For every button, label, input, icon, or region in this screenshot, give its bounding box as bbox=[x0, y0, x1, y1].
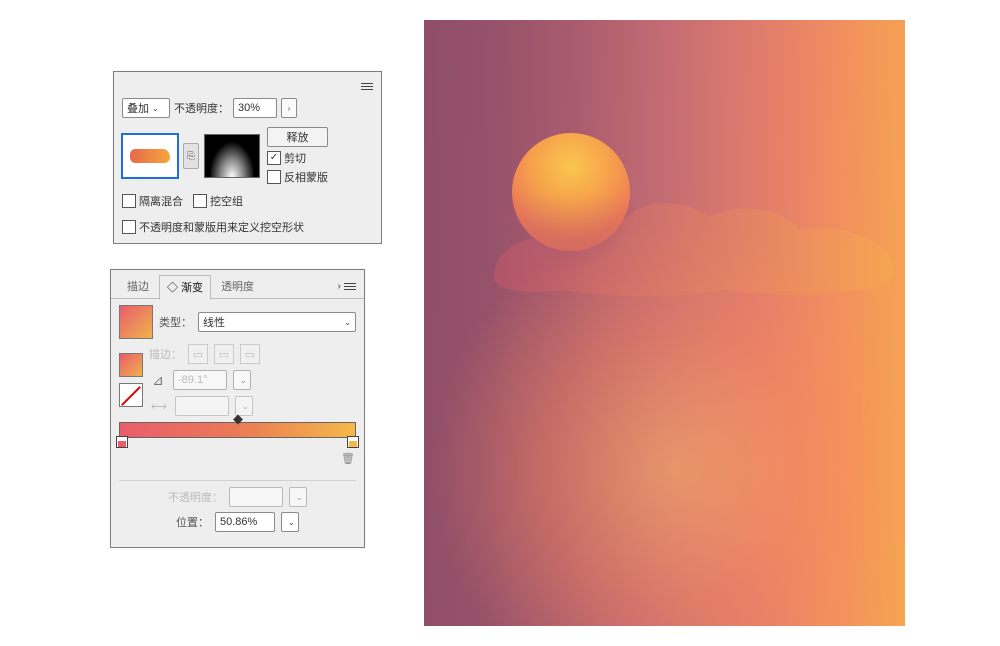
delete-stop-icon[interactable]: 🗑 bbox=[340, 450, 356, 466]
chevron-down-icon: ⌄ bbox=[288, 518, 295, 527]
gradient-midpoint-handle[interactable] bbox=[233, 415, 243, 425]
stroke-along-btn: ▭ bbox=[214, 344, 234, 364]
blend-mode-select[interactable]: 叠加 ⌄ bbox=[122, 98, 170, 118]
angle-value: -89.1° bbox=[178, 374, 207, 386]
aspect-stepper: ⌄ bbox=[235, 396, 253, 416]
chevron-down-icon: ⌄ bbox=[242, 402, 249, 411]
fill-swatch[interactable] bbox=[119, 353, 143, 377]
aspect-input bbox=[175, 396, 229, 416]
panel-tabbar: 描边 ◇ 渐变 透明度 ›› bbox=[111, 270, 364, 299]
clip-checkbox[interactable] bbox=[267, 151, 281, 165]
panel-menu-icon[interactable] bbox=[357, 79, 373, 93]
gradient-ramp[interactable] bbox=[119, 422, 356, 438]
gradient-stop-right[interactable] bbox=[347, 436, 359, 448]
no-stroke-swatch[interactable] bbox=[119, 383, 143, 407]
gradient-type-select[interactable]: 线性 ⌄ bbox=[198, 312, 356, 332]
position-stepper[interactable]: ⌄ bbox=[281, 512, 299, 532]
divider bbox=[119, 480, 356, 481]
type-label: 类型： bbox=[159, 314, 192, 330]
artwork-thumbnail[interactable] bbox=[122, 134, 178, 178]
define-shape-row[interactable]: 不透明度和蒙版用来定义挖空形状 bbox=[122, 219, 373, 235]
sun-shape bbox=[512, 133, 630, 251]
gradient-type-value: 线性 bbox=[203, 314, 225, 330]
isolate-blend-row[interactable]: 隔离混合 bbox=[122, 193, 183, 209]
chevron-down-icon: ⌄ bbox=[152, 104, 159, 113]
opacity-input[interactable]: 30% bbox=[233, 98, 277, 118]
gradient-slider[interactable]: 🗑 bbox=[119, 422, 356, 466]
stop-opacity-input bbox=[229, 487, 283, 507]
position-label: 位置： bbox=[176, 514, 209, 530]
gradient-panel: 描边 ◇ 渐变 透明度 ›› 类型： 线性 ⌄ 描边： bbox=[110, 269, 365, 548]
gradient-stop-left[interactable] bbox=[116, 436, 128, 448]
clip-checkbox-row[interactable]: 剪切 bbox=[267, 150, 328, 166]
mask-thumbnail[interactable] bbox=[204, 134, 260, 178]
release-button[interactable]: 释放 bbox=[267, 127, 328, 147]
tab-gradient[interactable]: ◇ 渐变 bbox=[159, 275, 211, 300]
sunset-gradient-canvas[interactable] bbox=[424, 20, 905, 626]
collapse-chevron-icon[interactable]: ›› bbox=[337, 281, 338, 292]
chevron-down-icon: ⌄ bbox=[296, 493, 303, 502]
stroke-apply-label: 描边： bbox=[149, 346, 182, 362]
define-shape-checkbox[interactable] bbox=[122, 220, 136, 234]
gradient-preview-swatch[interactable] bbox=[119, 305, 153, 339]
transparency-panel: 叠加 ⌄ 不透明度： 30% › ⎘ 释放 剪切 反相蒙版 bbox=[113, 71, 382, 244]
angle-input[interactable]: -89.1° bbox=[173, 370, 227, 390]
tab-transparency[interactable]: 透明度 bbox=[213, 274, 262, 298]
isolate-blend-checkbox[interactable] bbox=[122, 194, 136, 208]
artboard bbox=[424, 20, 905, 626]
chevron-down-icon: ⌄ bbox=[240, 376, 247, 385]
blend-mode-value: 叠加 bbox=[127, 100, 149, 116]
cloud-icon bbox=[130, 149, 170, 163]
opacity-value: 30% bbox=[238, 102, 260, 114]
stop-opacity-label: 不透明度： bbox=[168, 489, 223, 505]
knockout-checkbox[interactable] bbox=[193, 194, 207, 208]
panel-menu-icon[interactable] bbox=[342, 279, 356, 293]
position-value: 50.86% bbox=[220, 516, 257, 528]
stop-opacity-stepper: ⌄ bbox=[289, 487, 307, 507]
angle-icon: ⊿ bbox=[149, 371, 167, 389]
link-mask-toggle[interactable]: ⎘ bbox=[183, 143, 199, 169]
knockout-row[interactable]: 挖空组 bbox=[193, 193, 243, 209]
stroke-across-btn: ▭ bbox=[240, 344, 260, 364]
opacity-stepper[interactable]: › bbox=[281, 98, 297, 118]
aspect-ratio-icon: ⟷ bbox=[149, 398, 169, 414]
chevron-down-icon: ⌄ bbox=[344, 318, 351, 327]
invert-mask-checkbox[interactable] bbox=[267, 170, 281, 184]
angle-stepper[interactable]: ⌄ bbox=[233, 370, 251, 390]
tab-stroke[interactable]: 描边 bbox=[119, 274, 157, 298]
position-input[interactable]: 50.86% bbox=[215, 512, 275, 532]
opacity-label: 不透明度： bbox=[174, 100, 229, 116]
invert-mask-checkbox-row[interactable]: 反相蒙版 bbox=[267, 169, 328, 185]
stroke-within-btn: ▭ bbox=[188, 344, 208, 364]
